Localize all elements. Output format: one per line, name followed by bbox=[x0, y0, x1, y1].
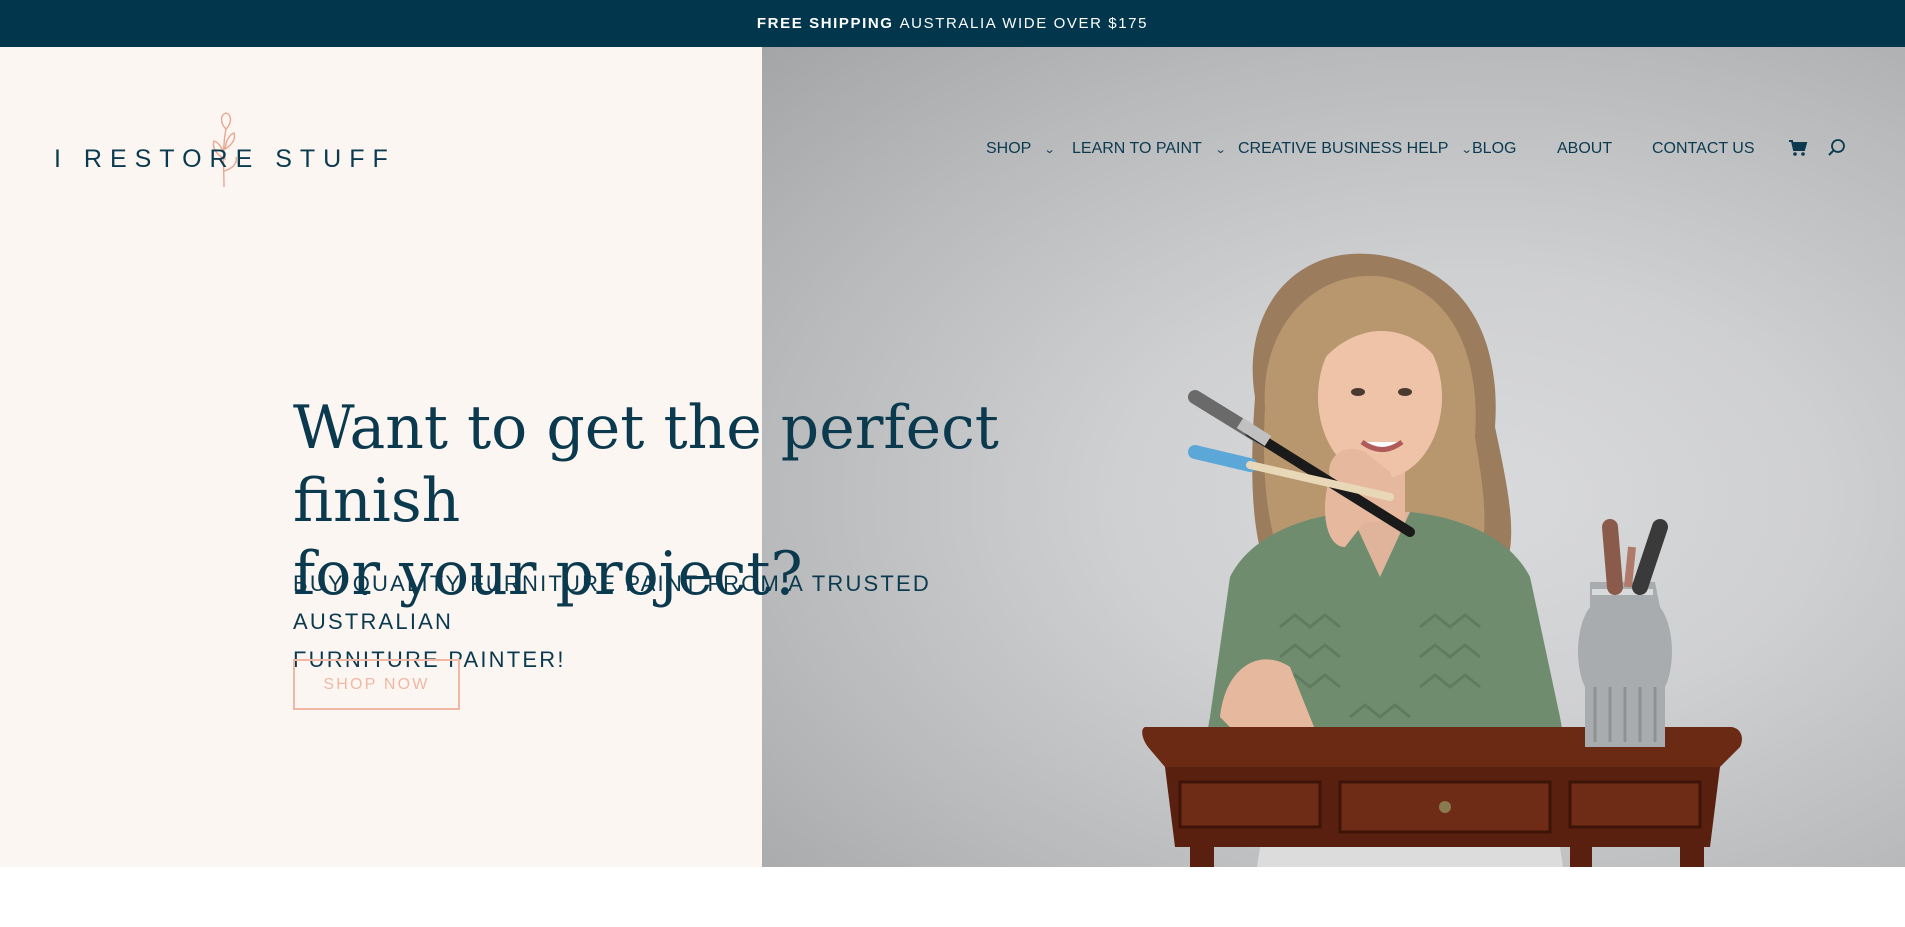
nav-shop-label: SHOP bbox=[986, 140, 1032, 157]
hero-headline-line-1: Want to get the perfect finish bbox=[293, 393, 999, 536]
below-hero-area bbox=[0, 867, 1905, 927]
nav-blog-label: BLOG bbox=[1472, 140, 1517, 157]
cart-icon[interactable] bbox=[1788, 138, 1810, 160]
announcement-bar: FREE SHIPPING AUSTRALIA WIDE OVER $175 bbox=[0, 0, 1905, 47]
chevron-down-icon: ⌄ bbox=[1214, 143, 1227, 156]
search-icon[interactable] bbox=[1827, 138, 1849, 160]
shop-now-button[interactable]: SHOP NOW bbox=[293, 659, 460, 710]
nav-about[interactable]: ABOUT bbox=[1557, 140, 1612, 158]
logo[interactable]: I RESTORE STUFF bbox=[54, 109, 388, 189]
nav-learn-to-paint-label: LEARN TO PAINT bbox=[1072, 140, 1202, 157]
hero-photo bbox=[1142, 253, 1742, 867]
hero-section: I RESTORE STUFF SHOP ⌄ LEARN TO PAINT ⌄ … bbox=[0, 47, 1905, 867]
nav-creative-business-help[interactable]: CREATIVE BUSINESS HELP ⌄ bbox=[1238, 140, 1473, 158]
nav-shop[interactable]: SHOP ⌄ bbox=[986, 140, 1056, 158]
chevron-down-icon: ⌄ bbox=[1043, 143, 1056, 156]
nav-contact-us-label: CONTACT US bbox=[1652, 140, 1755, 157]
nav-contact-us[interactable]: CONTACT US bbox=[1652, 140, 1755, 158]
nav-about-label: ABOUT bbox=[1557, 140, 1613, 157]
free-shipping-label: FREE SHIPPING bbox=[756, 15, 894, 32]
shipping-detail: AUSTRALIA WIDE OVER $175 bbox=[899, 15, 1149, 32]
nav-creative-business-help-label: CREATIVE BUSINESS HELP bbox=[1238, 140, 1449, 157]
nav-blog[interactable]: BLOG bbox=[1472, 140, 1516, 158]
hero-subheading-line-1: BUY QUALITY FURNITURE PAINT FROM A TRUST… bbox=[293, 571, 932, 634]
logo-text: I RESTORE STUFF bbox=[54, 145, 396, 173]
nav-learn-to-paint[interactable]: LEARN TO PAINT ⌄ bbox=[1072, 140, 1227, 158]
